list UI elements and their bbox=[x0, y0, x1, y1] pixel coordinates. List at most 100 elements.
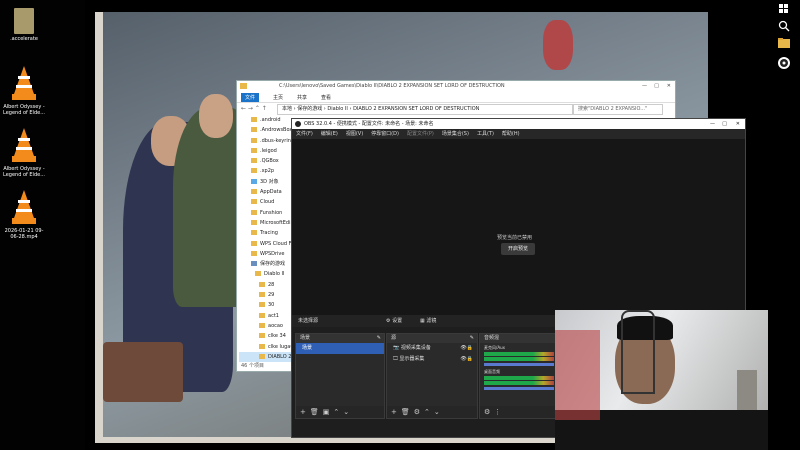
audio-meter bbox=[484, 352, 554, 356]
breadcrumb-item[interactable]: DIABLO 2 EXPANSION SET LORD OF DESTRUCTI… bbox=[353, 106, 479, 112]
desktop-icon-vlc[interactable]: 2026-01-21 09-06-28.mp4 bbox=[2, 188, 46, 240]
menu-help[interactable]: 帮助(H) bbox=[502, 129, 520, 139]
folder-icon bbox=[251, 117, 257, 122]
enable-preview-button[interactable]: 开启预览 bbox=[501, 243, 535, 255]
nav-item[interactable]: aocao bbox=[239, 321, 295, 331]
nav-item[interactable]: act1 bbox=[239, 311, 295, 321]
breadcrumb-item[interactable]: 本地 bbox=[282, 106, 292, 112]
visibility-lock-icons[interactable]: 👁🔒 bbox=[460, 343, 473, 354]
ribbon-tab-file[interactable]: 文件 bbox=[241, 92, 260, 102]
mixer-dock-toolbar[interactable]: ⚙⋮ bbox=[480, 406, 558, 418]
folder-icon bbox=[251, 209, 257, 215]
desktop-icon-vlc[interactable]: Albert Odyssey - Legend of Elde... bbox=[2, 126, 46, 178]
maximize-icon[interactable]: □ bbox=[722, 119, 727, 129]
nav-item[interactable]: clke 34 bbox=[239, 331, 295, 341]
nav-item[interactable]: Cloud bbox=[239, 197, 295, 207]
ribbon-tab-share[interactable]: 共享 bbox=[297, 94, 307, 101]
nav-item[interactable]: .xp2p bbox=[239, 166, 295, 176]
sources-dock-header: 源 ✎ bbox=[387, 334, 477, 343]
nav-item[interactable]: 28 bbox=[239, 280, 295, 290]
volume-slider[interactable] bbox=[484, 363, 554, 366]
vlc-icon bbox=[10, 126, 38, 164]
ribbon-tab-home[interactable]: 主页 bbox=[273, 94, 283, 101]
volume-slider[interactable] bbox=[484, 387, 554, 390]
nav-item[interactable]: Funshion bbox=[239, 208, 295, 218]
menu-tools[interactable]: 工具(T) bbox=[477, 129, 494, 139]
photo-face-right bbox=[199, 94, 233, 138]
nav-item[interactable]: 30 bbox=[239, 300, 295, 310]
nav-item-selected[interactable]: DIABLO 2 bbox=[239, 351, 295, 363]
address-bar[interactable]: 本地 › 保存的游戏 › Diablo II › DIABLO 2 EXPANS… bbox=[277, 104, 573, 115]
desktop-icon-vlc[interactable]: Albert Odyssey - Legend of Elde... bbox=[2, 64, 46, 116]
nav-item[interactable]: WPS Cloud F bbox=[239, 239, 295, 249]
menu-view[interactable]: 视图(V) bbox=[346, 129, 363, 139]
file-explorer-icon[interactable] bbox=[778, 38, 790, 50]
taskbar bbox=[768, 0, 800, 450]
preview-disabled-message: 预览当前已禁用 bbox=[497, 235, 533, 241]
menu-docks[interactable]: 停靠窗口(D) bbox=[371, 129, 399, 139]
close-icon[interactable]: ✕ bbox=[667, 81, 671, 92]
dock-options-icon[interactable]: ✎ bbox=[377, 334, 381, 343]
visibility-lock-icons[interactable]: 👁🔒 bbox=[460, 354, 473, 365]
ribbon-tab-view[interactable]: 查看 bbox=[321, 94, 331, 101]
desktop-icon-folder[interactable]: .accelerate bbox=[2, 8, 46, 42]
minimize-icon[interactable]: — bbox=[642, 81, 647, 92]
explorer-nav-pane: .android .AndrowsBox .dbus-keyrin .leigo… bbox=[239, 115, 295, 363]
explorer-ribbon: 文件 主页 共享 查看 bbox=[237, 92, 675, 103]
search-input[interactable]: 搜索"DIABLO 2 EXPANSIO..." bbox=[573, 104, 663, 115]
nav-item[interactable]: 29 bbox=[239, 290, 295, 300]
nav-item[interactable]: .android bbox=[239, 115, 295, 125]
dock-options-icon[interactable]: ✎ bbox=[470, 334, 474, 343]
breadcrumb-item[interactable]: Diablo II bbox=[327, 106, 347, 112]
filters-button[interactable]: ▦ 滤镜 bbox=[420, 315, 436, 327]
mixer-dock-header: 音频混 bbox=[480, 334, 558, 343]
nav-item[interactable]: .AndrowsBox bbox=[239, 125, 295, 135]
source-item[interactable]: 📷 视频采集设备 👁🔒 bbox=[387, 343, 477, 354]
folder-icon bbox=[259, 343, 265, 349]
folder-icon bbox=[259, 312, 265, 318]
breadcrumb-item[interactable]: 保存的游戏 bbox=[297, 106, 322, 112]
nav-item[interactable]: AppData bbox=[239, 187, 295, 197]
nav-item[interactable]: WPSDrive bbox=[239, 249, 295, 259]
nav-item[interactable]: clke lugau bbox=[239, 342, 295, 352]
obs-icon[interactable] bbox=[778, 57, 790, 69]
minimize-icon[interactable]: — bbox=[710, 119, 715, 129]
nav-item[interactable]: MicrosoftEdi bbox=[239, 218, 295, 228]
nav-item[interactable]: 3D 对象 bbox=[239, 177, 295, 187]
menu-profile[interactable]: 配置文件(P) bbox=[407, 129, 434, 139]
nav-item[interactable]: .dbus-keyrin bbox=[239, 136, 295, 146]
search-icon[interactable] bbox=[778, 20, 790, 32]
menu-edit[interactable]: 编辑(E) bbox=[321, 129, 338, 139]
source-item[interactable]: 🖵 显示器采集 👁🔒 bbox=[387, 354, 477, 365]
windows-icon[interactable] bbox=[778, 4, 790, 16]
menu-scene-collection[interactable]: 场景集合(S) bbox=[442, 129, 469, 139]
desktop-icon-label: Albert Odyssey - Legend of Elde... bbox=[3, 166, 45, 178]
folder-icon bbox=[14, 8, 34, 34]
desktop: .accelerate Albert Odyssey - Legend of E… bbox=[0, 0, 85, 450]
scene-item[interactable]: 场景 bbox=[296, 343, 384, 354]
menu-file[interactable]: 文件(F) bbox=[296, 129, 313, 139]
close-icon[interactable]: ✕ bbox=[736, 119, 740, 129]
folder-icon bbox=[259, 281, 265, 287]
folder-icon bbox=[259, 292, 265, 298]
nav-item[interactable]: Tracing bbox=[239, 228, 295, 238]
folder-icon bbox=[251, 219, 257, 225]
folder-icon bbox=[251, 127, 257, 133]
settings-button[interactable]: ⚙ 设置 bbox=[386, 315, 402, 327]
no-source-selected-label: 未选择源 bbox=[298, 318, 319, 324]
nav-item[interactable]: .QGBox bbox=[239, 156, 295, 166]
webcam-wall-item bbox=[737, 370, 757, 410]
gear-icon: ⚙ bbox=[386, 318, 391, 324]
obs-preview-area: 预览当前已禁用 开启预览 bbox=[292, 139, 745, 315]
saved-games-icon bbox=[251, 261, 257, 267]
nav-item[interactable]: Diablo II bbox=[239, 269, 295, 279]
scenes-dock-toolbar[interactable]: +🗑▣⌃⌄ bbox=[296, 406, 384, 418]
sources-dock-toolbar[interactable]: +🗑⚙⌃⌄ bbox=[387, 406, 477, 418]
mixer-track-label: 桌面音频 bbox=[484, 369, 500, 374]
maximize-icon[interactable]: □ bbox=[654, 81, 659, 92]
folder-icon bbox=[240, 83, 247, 89]
nav-arrows[interactable]: ← → ⌃ ↑ bbox=[241, 105, 267, 112]
sources-dock: 源 ✎ 📷 视频采集设备 👁🔒 🖵 显示器采集 👁🔒 +🗑⚙⌃⌄ bbox=[386, 333, 478, 419]
nav-item[interactable]: .leigod bbox=[239, 146, 295, 156]
nav-item[interactable]: 保存的游戏 bbox=[239, 259, 295, 269]
